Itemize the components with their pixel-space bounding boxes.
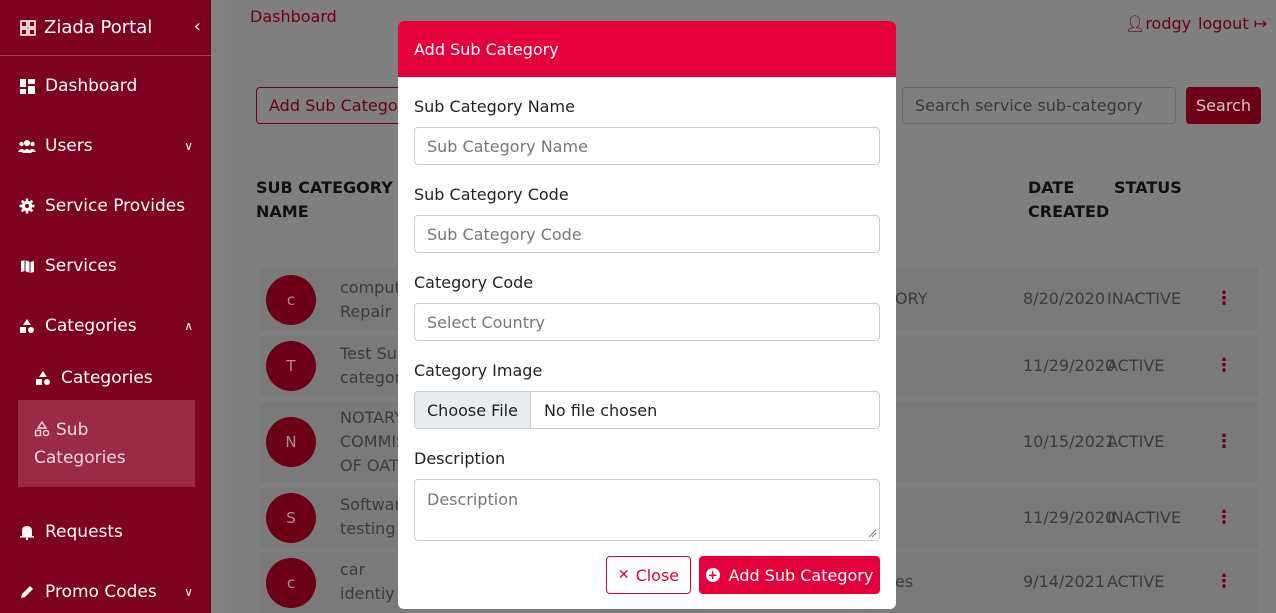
row-date: 9/14/2021 [1023, 572, 1106, 591]
column-header-date: DATE CREATED [1028, 178, 1110, 221]
row-status: ACTIVE [1107, 572, 1165, 591]
search-input[interactable]: Search service sub-category [902, 87, 1176, 124]
sidebar-item-label: Categories [61, 368, 153, 388]
resize-grip-icon[interactable] [868, 529, 877, 538]
bell-icon [18, 523, 36, 541]
sub-category-name-label: Sub Category Name [414, 97, 575, 116]
sidebar-subitem-categories[interactable]: Categories [0, 356, 211, 400]
row-status: ACTIVE [1107, 356, 1165, 375]
column-header-name: SUB CATEGORY NAME [256, 178, 393, 221]
more-options-icon[interactable]: ⋮ [1215, 571, 1233, 592]
sidebar-item-users[interactable]: Users ∨ [0, 116, 211, 176]
choose-file-button[interactable]: Choose File [415, 392, 531, 428]
logout-icon: ↦ [1253, 14, 1268, 33]
sidebar-item-label: Promo Codes [45, 582, 157, 602]
modal-title: Add Sub Category [414, 39, 559, 59]
close-icon: ✕ [617, 567, 630, 583]
logout-link[interactable]: logout ↦ [1198, 14, 1267, 33]
category-image-file-input[interactable]: Choose File No file chosen [414, 391, 880, 429]
add-sub-category-modal: Add Sub Category Sub Category Name Sub C… [398, 21, 896, 609]
gear-icon [18, 197, 36, 215]
avatar: T [266, 341, 316, 391]
category-code-select[interactable]: Select Country [414, 303, 880, 341]
row-date: 11/29/2020 [1023, 508, 1116, 527]
sidebar-subitem-sub-categories[interactable]: Sub Categories [18, 400, 195, 487]
pencil-icon [18, 583, 36, 601]
more-options-icon[interactable]: ⋮ [1215, 507, 1233, 528]
avatar: c [266, 558, 316, 608]
sidebar-item-dashboard[interactable]: Dashboard [0, 56, 211, 116]
chevron-down-icon: ∨ [184, 585, 193, 599]
more-options-icon[interactable]: ⋮ [1215, 355, 1233, 376]
chevron-left-icon[interactable]: ‹ [194, 16, 201, 37]
sidebar-item-label: Service Provides [45, 196, 186, 216]
user-icon: 👤︎ [1125, 14, 1146, 33]
description-label: Description [414, 449, 506, 468]
row-status: INACTIVE [1107, 289, 1182, 308]
sidebar-item-requests[interactable]: Requests [0, 502, 211, 562]
shapes-icon [18, 317, 36, 335]
modal-header: Add Sub Category [398, 21, 896, 77]
row-status: ACTIVE [1107, 432, 1165, 451]
user-menu[interactable]: 👤︎rodgy [1125, 14, 1191, 33]
grid-icon [20, 19, 36, 36]
sub-category-code-input[interactable]: Sub Category Code [414, 215, 880, 253]
more-options-icon[interactable]: ⋮ [1215, 431, 1233, 452]
sidebar-item-label: Categories [45, 316, 137, 336]
sidebar-item-services[interactable]: Services [0, 236, 211, 296]
sidebar-item-promo-codes[interactable]: Promo Codes ∨ [0, 562, 211, 613]
row-category: es [895, 572, 914, 591]
sidebar-item-label: Services [45, 256, 117, 276]
chevron-up-icon: ∧ [184, 319, 193, 333]
row-date: 11/29/2020 [1023, 356, 1116, 375]
row-date: 8/20/2020 [1023, 289, 1106, 308]
avatar: S [266, 493, 316, 543]
add-sub-category-button[interactable]: Add Sub Category [256, 87, 406, 124]
row-status: INACTIVE [1107, 508, 1182, 527]
sidebar-item-service-provides[interactable]: Service Provides [0, 176, 211, 236]
breadcrumb[interactable]: Dashboard [250, 7, 337, 26]
column-header-status: STATUS [1114, 178, 1182, 197]
shapes-icon [34, 370, 52, 386]
brand[interactable]: Ziada Portal ‹ [0, 0, 211, 56]
sidebar-item-categories[interactable]: Categories ∧ [0, 296, 211, 356]
close-button[interactable]: ✕ Close [606, 556, 691, 594]
modal-body: Sub Category Name Sub Category Name Sub … [398, 97, 896, 541]
plus-circle-icon: + [705, 568, 720, 582]
avatar: c [266, 275, 316, 325]
sub-category-code-label: Sub Category Code [414, 185, 569, 204]
sidebar-item-label: Dashboard [45, 76, 138, 96]
row-date: 10/15/2021 [1023, 432, 1116, 451]
sub-category-name-input[interactable]: Sub Category Name [414, 127, 880, 165]
users-icon [18, 137, 36, 155]
sidebar-item-label: Requests [45, 522, 123, 542]
dashboard-icon [18, 77, 36, 95]
search-button[interactable]: Search [1186, 87, 1261, 124]
shapes-outline-icon [34, 420, 50, 437]
chevron-down-icon: ∨ [184, 139, 193, 153]
more-options-icon[interactable]: ⋮ [1215, 288, 1233, 309]
sidebar: Ziada Portal ‹ Dashboard Users ∨ Service… [0, 0, 211, 613]
category-code-label: Category Code [414, 273, 534, 292]
add-sub-category-submit-button[interactable]: + Add Sub Category [699, 556, 880, 594]
sidebar-item-label: Users [45, 136, 93, 156]
description-textarea[interactable]: Description [414, 479, 880, 541]
row-category: ORY [895, 289, 928, 308]
file-status: No file chosen [543, 400, 658, 420]
brand-name: Ziada Portal [44, 17, 153, 38]
avatar: N [266, 417, 316, 467]
category-image-label: Category Image [414, 361, 543, 380]
map-icon [18, 257, 36, 275]
